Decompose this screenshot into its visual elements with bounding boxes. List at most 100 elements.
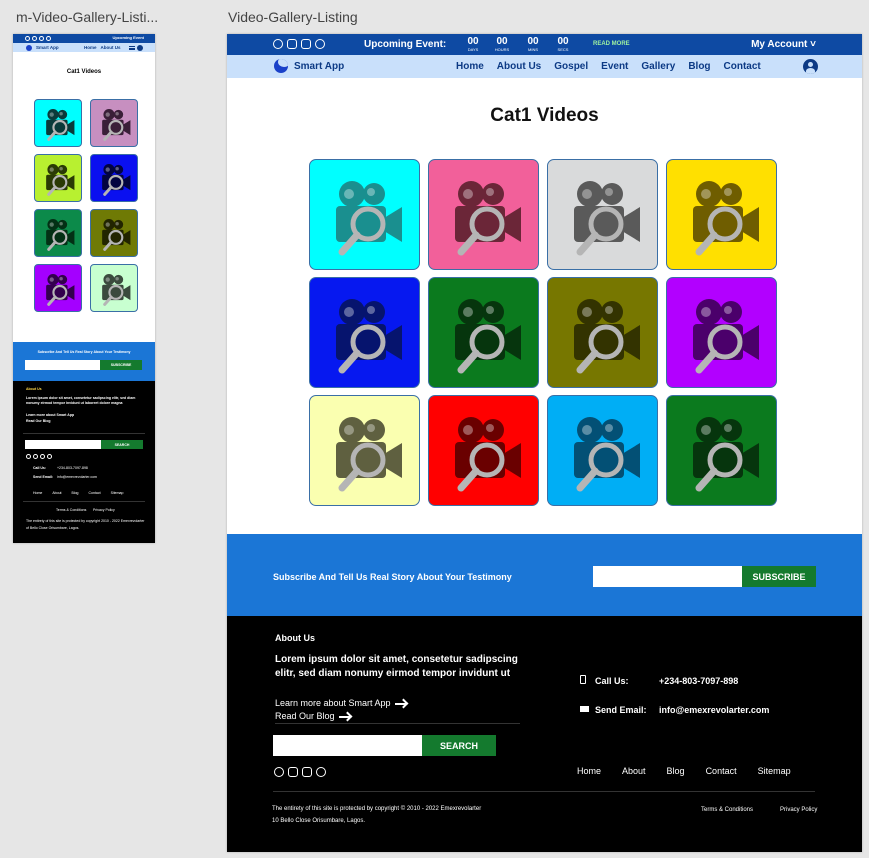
youtube-icon[interactable] [287,39,297,49]
mobile-footer-search-button[interactable]: SEARCH [101,440,143,449]
youtube-icon[interactable] [32,36,37,41]
read-more-link[interactable]: READ MORE [593,41,630,47]
whatsapp-icon[interactable] [315,39,325,49]
footer-nav-blog[interactable]: Blog [667,766,685,776]
mobile-nav-home[interactable]: Home [84,45,97,50]
learn-more-link[interactable]: Learn more about Smart App [275,698,406,708]
terms-link[interactable]: Terms & Conditions [701,807,753,813]
mobile-footer-nav-about[interactable]: About [52,491,61,495]
page-title: Cat1 Videos [490,105,599,126]
nav-item-blog[interactable]: Blog [688,61,710,72]
gallery-video-tile[interactable] [666,277,777,388]
facebook-icon[interactable] [274,767,284,777]
copyright-text: The entirety of this site is protected b… [272,806,482,812]
read-blog-link[interactable]: Read Our Blog [275,711,350,721]
video-camera-search-icon [102,219,131,251]
mobile-artboard-label: m-Video-Gallery-Listi... [16,9,159,25]
mobile-gallery-video-tile[interactable] [34,264,82,312]
footer-divider [273,791,815,792]
gallery-video-tile[interactable] [309,277,420,388]
mobile-gallery-video-tile[interactable] [90,99,138,147]
smart-app-logo-icon [26,45,32,51]
mobile-subscribe-button[interactable]: SUBSCRIBE [100,360,142,370]
mobile-footer-nav-contact[interactable]: Contact [89,491,101,495]
footer-search-button[interactable]: SEARCH [422,735,496,756]
gallery-video-tile[interactable] [547,277,658,388]
nav-item-contact[interactable]: Contact [724,61,761,72]
gallery-video-tile[interactable] [666,159,777,270]
user-account-icon[interactable] [137,45,143,51]
whatsapp-icon[interactable] [46,36,51,41]
user-account-icon[interactable] [803,59,818,74]
mobile-video-gallery-grid [34,99,138,312]
instagram-icon[interactable] [40,454,45,459]
mobile-email-value[interactable]: info@emexrevolarter.com [57,475,97,479]
youtube-icon[interactable] [288,767,298,777]
mobile-read-blog-link[interactable]: Read Our Blog [26,419,51,423]
instagram-icon[interactable] [302,767,312,777]
facebook-icon[interactable] [26,454,31,459]
gallery-video-tile[interactable] [666,395,777,506]
gallery-video-tile[interactable] [547,159,658,270]
mobile-nav-about-us[interactable]: About Us [101,45,121,50]
mobile-about-heading: About Us [26,387,42,391]
desktop-artboard-label: Video-Gallery-Listing [228,9,358,25]
footer-nav: Home About Blog Contact Sitemap [577,766,791,776]
mail-icon [580,706,589,712]
nav-item-event[interactable]: Event [601,61,628,72]
whatsapp-icon[interactable] [316,767,326,777]
mobile-learn-more-link[interactable]: Learn more about Smart App [26,413,74,417]
mobile-gallery-video-tile[interactable] [34,154,82,202]
mobile-brand-name[interactable]: Smart App [36,45,59,50]
mobile-gallery-video-tile[interactable] [34,209,82,257]
gallery-video-tile[interactable] [428,277,539,388]
smart-app-logo-icon [274,59,288,73]
mobile-gallery-video-tile[interactable] [34,99,82,147]
gallery-video-tile[interactable] [428,395,539,506]
youtube-icon[interactable] [33,454,38,459]
mobile-footer-nav-sitemap[interactable]: Sitemap [111,491,124,495]
gallery-video-tile[interactable] [547,395,658,506]
my-account-menu[interactable]: My Account ˅ [751,39,816,50]
gallery-video-tile[interactable] [309,395,420,506]
nav-item-gospel[interactable]: Gospel [554,61,588,72]
mobile-footer-search-input[interactable] [25,440,101,449]
subscribe-button[interactable]: SUBSCRIBE [742,566,816,587]
mobile-footer-nav-blog[interactable]: Blog [72,491,79,495]
mobile-footer-nav-home[interactable]: Home [33,491,42,495]
nav-item-about-us[interactable]: About Us [497,61,541,72]
whatsapp-icon[interactable] [47,454,52,459]
mobile-privacy-link[interactable]: Privacy Policy [93,508,115,512]
mobile-gallery-video-tile[interactable] [90,264,138,312]
instagram-icon[interactable] [301,39,311,49]
countdown-value: 00 [467,36,479,47]
footer-nav-sitemap[interactable]: Sitemap [758,766,791,776]
privacy-link[interactable]: Privacy Policy [780,807,817,813]
mobile-call-value[interactable]: +234-803-7097-898 [57,466,88,470]
footer-nav-contact[interactable]: Contact [706,766,737,776]
mobile-gallery-video-tile[interactable] [90,154,138,202]
footer-about-heading: About Us [275,633,315,643]
video-camera-search-icon [336,417,402,492]
gallery-video-tile[interactable] [309,159,420,270]
footer-about-text: Lorem ipsum dolor sit amet, consetetur s… [275,654,518,679]
hamburger-menu-icon[interactable] [129,46,135,50]
video-camera-search-icon [693,417,759,492]
gallery-video-tile[interactable] [428,159,539,270]
send-email-value[interactable]: info@emexrevolarter.com [659,705,769,715]
brand[interactable]: Smart App [274,59,344,73]
footer-nav-about[interactable]: About [622,766,646,776]
mobile-gallery-video-tile[interactable] [90,209,138,257]
facebook-icon[interactable] [273,39,283,49]
footer-search-input[interactable] [273,735,423,756]
footer-nav-home[interactable]: Home [577,766,601,776]
call-us-value[interactable]: +234-803-7097-898 [659,676,738,686]
mobile-subscribe-section: Subscribe And Tell Us Real Story About Y… [13,342,155,381]
mobile-terms-link[interactable]: Terms & Conditions [56,508,86,512]
subscribe-email-input[interactable] [593,566,743,587]
nav-item-gallery[interactable]: Gallery [641,61,675,72]
instagram-icon[interactable] [39,36,44,41]
facebook-icon[interactable] [25,36,30,41]
mobile-subscribe-input[interactable] [25,360,100,370]
nav-item-home[interactable]: Home [456,61,484,72]
